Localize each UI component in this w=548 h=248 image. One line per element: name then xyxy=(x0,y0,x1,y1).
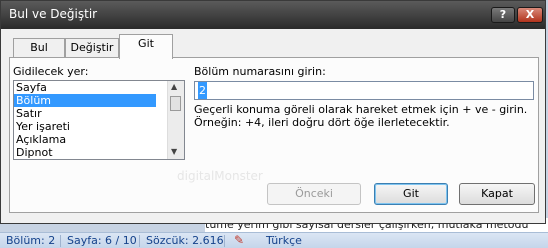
proofing-icon[interactable]: ✎ xyxy=(234,233,244,247)
list-item[interactable]: Açıklama xyxy=(14,133,156,146)
goto-what-label: Gidilecek yer: xyxy=(13,65,89,78)
scroll-thumb[interactable] xyxy=(170,96,181,111)
divider xyxy=(60,235,61,247)
previous-button[interactable]: Önceki xyxy=(267,183,361,205)
list-item-selected[interactable]: Bölüm xyxy=(14,94,156,107)
divider xyxy=(224,235,225,247)
find-replace-dialog: Bul ve Değiştir ? X Bul Değiştir Git Gid… xyxy=(0,0,546,224)
scroll-up-icon[interactable]: ▲ xyxy=(171,82,177,91)
goto-button[interactable]: Git xyxy=(374,183,448,205)
goto-what-list[interactable]: Sayfa Bölüm Satır Yer işareti Açıklama D… xyxy=(13,80,185,160)
close-icon[interactable]: X xyxy=(517,7,543,23)
tab-goto[interactable]: Git xyxy=(119,34,173,59)
list-item[interactable]: Satır xyxy=(14,107,156,120)
tab-find[interactable]: Bul xyxy=(13,38,65,58)
tab-replace[interactable]: Değiştir xyxy=(65,38,119,58)
watermark: digitalMonster xyxy=(177,169,263,183)
dialog-titlebar[interactable]: Bul ve Değiştir ? X xyxy=(1,1,545,29)
list-item[interactable]: Yer işareti xyxy=(14,120,156,133)
help-text: Geçerli konuma göreli olarak hareket etm… xyxy=(194,103,528,129)
divider xyxy=(139,235,140,247)
list-item[interactable]: Sayfa xyxy=(14,81,156,94)
input-label: Bölüm numarasını girin: xyxy=(194,65,326,78)
list-item[interactable]: Dipnot xyxy=(14,146,156,159)
scroll-down-icon[interactable]: ▼ xyxy=(171,147,177,156)
help-button[interactable]: ? xyxy=(491,7,515,23)
status-language[interactable]: Türkçe xyxy=(266,234,302,248)
dialog-title: Bul ve Değiştir xyxy=(9,7,98,21)
input-value: 2 xyxy=(198,82,207,99)
close-button[interactable]: Kapat xyxy=(459,183,535,205)
status-section[interactable]: Bölüm: 2 xyxy=(6,234,55,248)
list-scrollbar[interactable]: ▲ ▼ xyxy=(167,81,184,159)
status-bar: Bölüm: 2 Sayfa: 6 / 10 Sözcük: 2.616 ✎ T… xyxy=(0,232,548,248)
section-number-input[interactable]: 2 xyxy=(194,81,534,100)
status-words[interactable]: Sözcük: 2.616 xyxy=(146,234,224,248)
status-page[interactable]: Sayfa: 6 / 10 xyxy=(67,234,137,248)
